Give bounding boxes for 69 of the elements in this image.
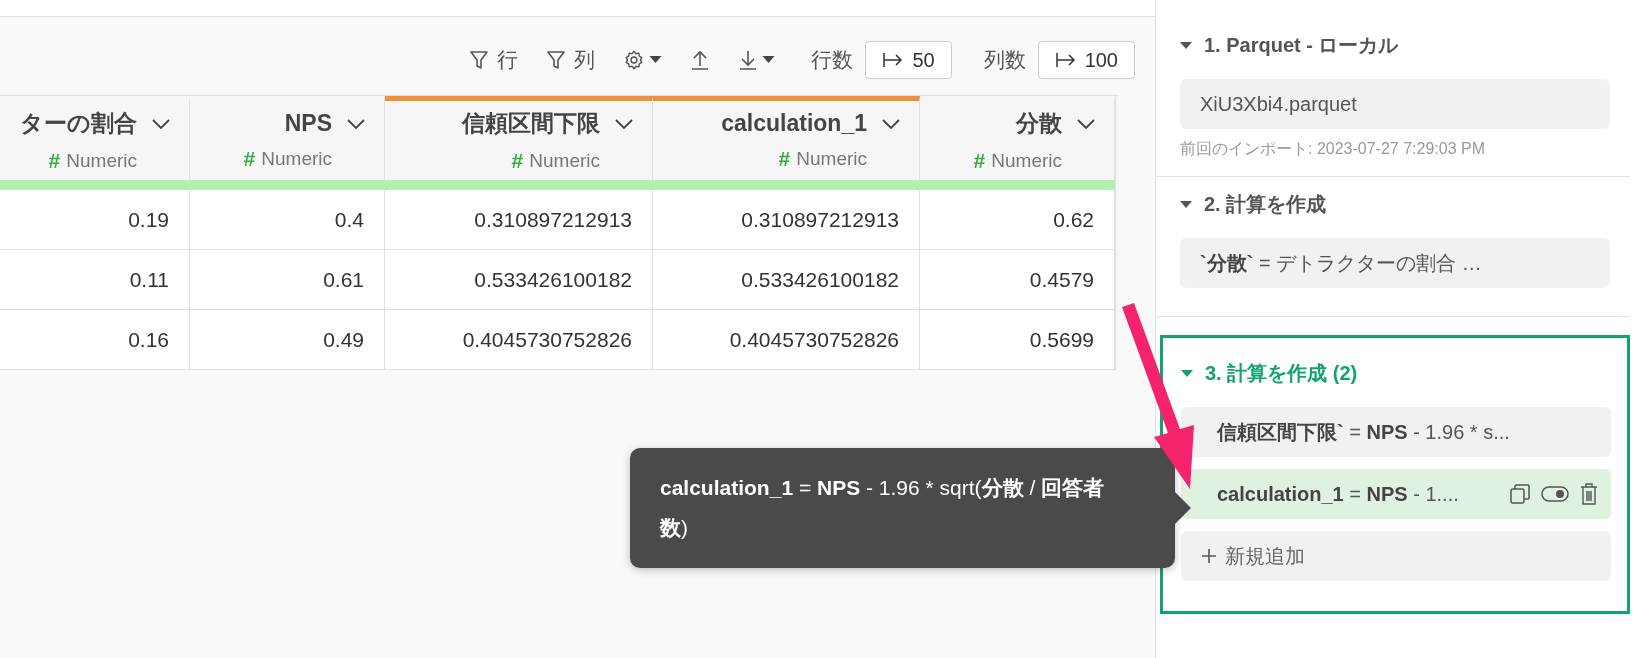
- step-item[interactable]: calculation_1 = NPS - 1....: [1181, 469, 1611, 519]
- download-icon: [738, 49, 759, 71]
- column-type: Numeric: [66, 150, 137, 172]
- chevron-down-icon: [346, 117, 366, 130]
- table-cell: 0.61: [190, 250, 385, 310]
- row-count-label: 行数: [811, 47, 854, 73]
- column-type: Numeric: [529, 150, 600, 172]
- toggle-icon[interactable]: [1541, 486, 1569, 502]
- tooltip-pointer: [1175, 492, 1191, 524]
- step-name: 1. Parquet - ローカル: [1204, 33, 1399, 58]
- column-type: Numeric: [991, 150, 1062, 172]
- step-item[interactable]: XiU3Xbi4.parquet: [1180, 79, 1610, 129]
- table-cell: 0.11: [0, 250, 190, 310]
- caret-icon: [762, 56, 776, 64]
- column-name: 信頼区間下限: [462, 109, 600, 138]
- table-cell: 0.16: [0, 310, 190, 370]
- filter-icon: [469, 49, 490, 71]
- column-name: calculation_1: [721, 110, 867, 137]
- column-count-label: 列数: [983, 47, 1026, 73]
- numeric-type-icon: #: [48, 149, 61, 173]
- table-cell: 0.4045730752826: [385, 310, 653, 370]
- row-count-field[interactable]: 50: [865, 41, 952, 79]
- step-item[interactable]: `分散` = デトラクターの割合 …: [1180, 238, 1610, 288]
- upload-icon: [690, 49, 711, 71]
- column-name: 分散: [1016, 109, 1062, 138]
- numeric-type-icon: #: [243, 147, 256, 171]
- chevron-down-icon: [1076, 117, 1096, 130]
- chevron-down-icon: [881, 117, 901, 130]
- caret-icon: [649, 56, 663, 64]
- table-cell: 0.533426100182: [653, 250, 920, 310]
- column-count-field[interactable]: 100: [1037, 41, 1135, 79]
- table-cell: 0.19: [0, 190, 190, 250]
- table-cell: 0.310897212913: [385, 190, 653, 250]
- column-filter-button[interactable]: 列: [542, 46, 600, 74]
- chevron-down-icon: [151, 117, 171, 130]
- column-name: NPS: [284, 110, 332, 137]
- table-cell: 0.49: [190, 310, 385, 370]
- jump-to-end-icon: [1054, 52, 1077, 68]
- jump-to-end-icon: [882, 52, 905, 68]
- trash-icon[interactable]: [1579, 482, 1599, 506]
- step-name: 3. 計算を作成 (2): [1205, 361, 1358, 386]
- import-timestamp: 前回のインポート: 2023-07-27 7:29:03 PM: [1180, 139, 1486, 159]
- table-cell: 0.4: [190, 190, 385, 250]
- step-title[interactable]: 1. Parquet - ローカル: [1180, 32, 1610, 59]
- column-header[interactable]: calculation_1 # Numeric: [653, 96, 920, 180]
- filter-icon: [546, 49, 567, 71]
- step-title[interactable]: 2. 計算を作成: [1180, 191, 1610, 218]
- table-cell: 0.533426100182: [385, 250, 653, 310]
- column-name: ターの割合: [20, 109, 137, 138]
- row-filter-button[interactable]: 行: [465, 46, 523, 74]
- table-cell: 0.62: [920, 190, 1115, 250]
- add-new-button[interactable]: 新規追加: [1181, 531, 1611, 581]
- table-cell: 0.4579: [920, 250, 1115, 310]
- step-item[interactable]: 信頼区間下限` = NPS - 1.96 * s...: [1181, 407, 1611, 457]
- copy-icon[interactable]: [1509, 483, 1531, 505]
- numeric-type-icon: #: [511, 149, 524, 173]
- column-type: Numeric: [796, 148, 867, 170]
- column-type: Numeric: [261, 148, 332, 170]
- chevron-down-icon: [614, 117, 634, 130]
- formula-tooltip: calculation_1 = NPS - 1.96 * sqrt(分散 / 回答者数): [630, 448, 1175, 568]
- table-cell: 0.310897212913: [653, 190, 920, 250]
- numeric-type-icon: #: [778, 147, 791, 171]
- table-cell: 0.5699: [920, 310, 1115, 370]
- numeric-type-icon: #: [973, 149, 986, 173]
- table-cell: 0.4045730752826: [653, 310, 920, 370]
- settings-icon: [623, 49, 646, 71]
- step-name: 2. 計算を作成: [1204, 192, 1327, 217]
- plus-icon: [1201, 548, 1217, 564]
- column-header[interactable]: 信頼区間下限 # Numeric: [385, 96, 653, 180]
